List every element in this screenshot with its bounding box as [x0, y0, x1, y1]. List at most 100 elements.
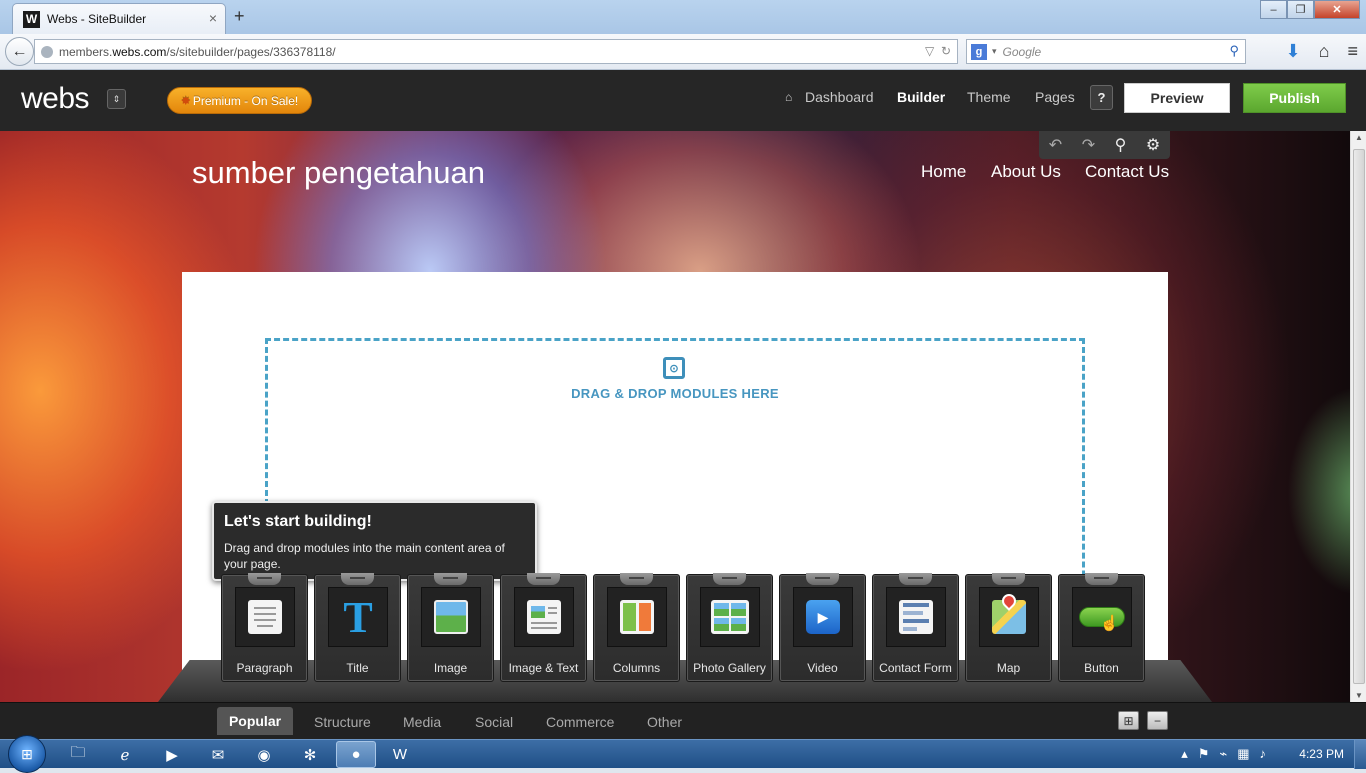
module-label: Photo Gallery [693, 661, 766, 675]
module-handle [434, 573, 467, 585]
module-map[interactable]: Map [965, 573, 1052, 682]
globe-icon [41, 45, 53, 58]
chrome-icon[interactable]: ◉ [244, 741, 284, 768]
home-icon[interactable]: ⌂ [1319, 41, 1330, 62]
module-image-text[interactable]: Image & Text [500, 573, 587, 682]
search-icon[interactable]: ⚲ [1229, 43, 1239, 59]
start-button-icon[interactable]: ⊞ [8, 735, 46, 773]
minimize-button[interactable]: – [1260, 0, 1287, 19]
module-paragraph[interactable]: Paragraph [221, 573, 308, 682]
volume-icon[interactable]: ♪ [1260, 746, 1267, 762]
module-photo-gallery[interactable]: Photo Gallery [686, 573, 773, 682]
back-button[interactable]: ← [5, 37, 34, 66]
module-label: Title [346, 661, 369, 675]
address-bar[interactable]: members. webs.com/s/sitebuilder/pages/336… [34, 39, 958, 64]
reload-icon[interactable]: ▽ ↻ [925, 44, 951, 58]
nav-pages[interactable]: Pages [1035, 89, 1075, 105]
settings-gear-icon[interactable]: ⚙ [1146, 135, 1160, 155]
module-category-bar: Popular Structure Media Social Commerce … [0, 702, 1366, 739]
usb-icon[interactable]: ⌁ [1219, 746, 1227, 762]
collapse-tray-icon[interactable]: − [1147, 711, 1168, 730]
paragraph-icon [235, 587, 295, 647]
close-window-button[interactable]: ✕ [1314, 0, 1360, 19]
webs-logo[interactable]: webs [21, 82, 90, 116]
module-label: Columns [612, 661, 661, 675]
site-canvas: ↶ ↷ ⚲ ⚙ sumber pengetahuan Home About Us… [0, 131, 1350, 702]
category-structure[interactable]: Structure [314, 714, 371, 730]
webs-favicon-icon: W [23, 10, 40, 28]
module-label: Map [996, 661, 1021, 675]
network-icon[interactable]: ▦ [1237, 746, 1249, 762]
app-icon[interactable]: ✻ [290, 741, 330, 768]
module-label: Contact Form [879, 661, 952, 675]
dropdown-arrow-icon[interactable]: ▾ [992, 46, 997, 57]
new-tab-button[interactable]: + [234, 6, 245, 27]
module-contact-form[interactable]: Contact Form [872, 573, 959, 682]
hand-cursor-icon: ☝ [1100, 615, 1119, 632]
site-nav-contact[interactable]: Contact Us [1085, 162, 1169, 182]
window-controls: – ❐ ✕ [1260, 0, 1360, 19]
category-other[interactable]: Other [647, 714, 682, 730]
module-handle [806, 573, 839, 585]
module-handle [1085, 573, 1118, 585]
tab-close-icon[interactable]: × [209, 10, 217, 26]
redo-icon[interactable]: ↷ [1082, 135, 1095, 155]
premium-button[interactable]: ✸ Premium - On Sale! [167, 87, 312, 114]
media-player-icon[interactable]: ▶ [152, 741, 192, 768]
download-icon[interactable]: ⬇ [1286, 41, 1301, 62]
grid-view-icon[interactable]: ⊞ [1118, 711, 1139, 730]
help-button[interactable]: ? [1090, 85, 1113, 110]
nav-dashboard[interactable]: Dashboard [805, 89, 874, 105]
module-video[interactable]: ▶ Video [779, 573, 866, 682]
tray-expand-icon[interactable]: ▴ [1181, 746, 1188, 762]
video-icon: ▶ [793, 587, 853, 647]
app-header: webs ⇕ ✸ Premium - On Sale! ⌂ Dashboard … [0, 70, 1366, 131]
zoom-icon[interactable]: ⚲ [1115, 135, 1127, 155]
nav-theme[interactable]: Theme [967, 89, 1011, 105]
url-path: /s/sitebuilder/pages/336378118/ [166, 44, 336, 59]
category-media[interactable]: Media [403, 714, 441, 730]
search-box[interactable]: g ▾ Google ⚲ [966, 39, 1246, 64]
word-icon[interactable]: W [380, 741, 420, 768]
scrollbar-thumb[interactable] [1353, 149, 1365, 684]
module-label: Video [807, 661, 838, 675]
google-icon[interactable]: g [971, 43, 987, 60]
mail-icon[interactable]: ✉ [198, 741, 238, 768]
firefox-icon[interactable]: ● [336, 741, 376, 768]
edit-toolbar: ↶ ↷ ⚲ ⚙ [1039, 131, 1170, 159]
site-nav-home[interactable]: Home [921, 162, 966, 182]
scroll-up-arrow-icon[interactable]: ▲ [1351, 133, 1366, 142]
category-commerce[interactable]: Commerce [546, 714, 614, 730]
module-handle [620, 573, 653, 585]
restore-button[interactable]: ❐ [1287, 0, 1314, 19]
onboarding-tooltip: Let's start building! Drag and drop modu… [212, 501, 537, 581]
search-placeholder: Google [1002, 44, 1042, 59]
tooltip-body: Drag and drop modules into the main cont… [224, 541, 505, 571]
browser-tab[interactable]: W Webs - SiteBuilder × [12, 3, 226, 34]
category-social[interactable]: Social [475, 714, 513, 730]
taskbar-clock[interactable]: 4:23 PM [1299, 747, 1344, 761]
tooltip-title: Let's start building! [224, 513, 372, 530]
module-button[interactable]: ☝ Button [1058, 573, 1145, 682]
preview-button[interactable]: Preview [1124, 83, 1230, 113]
module-columns[interactable]: Columns [593, 573, 680, 682]
site-title[interactable]: sumber pengetahuan [192, 155, 485, 191]
module-handle [341, 573, 374, 585]
undo-icon[interactable]: ↶ [1049, 135, 1062, 155]
nav-builder[interactable]: Builder [897, 89, 945, 105]
site-switcher-icon[interactable]: ⇕ [107, 89, 126, 109]
module-image[interactable]: Image [407, 573, 494, 682]
publish-button[interactable]: Publish [1243, 83, 1346, 113]
explorer-icon[interactable]: 🗀 [58, 741, 98, 768]
action-center-flag-icon[interactable]: ⚑ [1198, 746, 1210, 762]
scroll-down-arrow-icon[interactable]: ▼ [1351, 691, 1366, 700]
category-popular[interactable]: Popular [217, 707, 293, 735]
show-desktop-button[interactable] [1354, 740, 1366, 769]
module-title[interactable]: T Title [314, 573, 401, 682]
canvas-scrollbar[interactable]: ▲ ▼ [1350, 131, 1366, 702]
site-nav-about[interactable]: About Us [991, 162, 1061, 182]
star-icon: ✸ [180, 93, 191, 108]
internet-explorer-icon[interactable]: ℯ [105, 741, 145, 768]
menu-icon[interactable]: ≡ [1347, 41, 1358, 62]
map-icon [979, 587, 1039, 647]
